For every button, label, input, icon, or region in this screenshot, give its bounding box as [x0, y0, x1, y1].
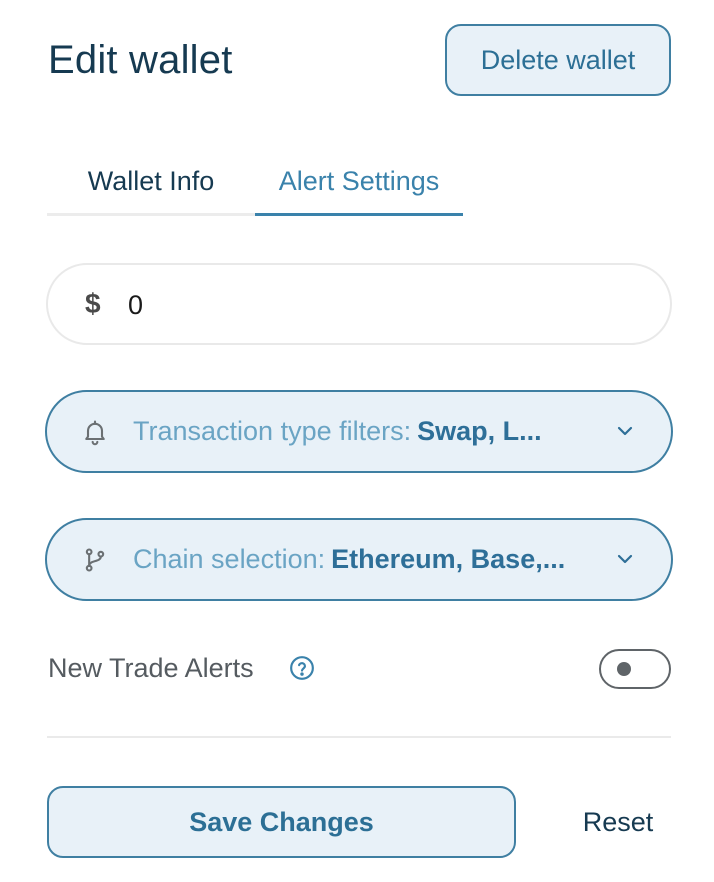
chain-selection-select[interactable]: Chain selection: Ethereum, Base,...	[45, 518, 673, 601]
new-trade-alerts-label: New Trade Alerts	[48, 653, 254, 683]
chain-selection-value: Ethereum, Base,...	[331, 544, 566, 574]
divider	[47, 736, 671, 738]
amount-input[interactable]	[126, 275, 630, 335]
chain-selection-text: Chain selection: Ethereum, Base,...	[133, 520, 593, 599]
tab-wallet-info[interactable]: Wallet Info	[47, 150, 255, 216]
tab-bar: Wallet Info Alert Settings	[47, 150, 463, 216]
amount-field[interactable]: $	[46, 263, 672, 345]
dollar-icon: $	[85, 288, 101, 319]
transaction-filter-label: Transaction type filters:	[133, 416, 412, 446]
transaction-type-filter-select[interactable]: Transaction type filters: Swap, L...	[45, 390, 673, 473]
save-changes-button[interactable]: Save Changes	[47, 786, 516, 858]
reset-button[interactable]: Reset	[560, 786, 676, 858]
page-title: Edit wallet	[48, 38, 233, 82]
new-trade-alerts-toggle[interactable]	[599, 649, 671, 689]
branch-icon	[85, 548, 105, 572]
delete-wallet-button[interactable]: Delete wallet	[445, 24, 671, 96]
help-icon[interactable]	[289, 655, 315, 681]
transaction-filter-text: Transaction type filters: Swap, L...	[133, 392, 593, 471]
chevron-down-icon	[617, 554, 633, 564]
tab-alert-settings[interactable]: Alert Settings	[255, 150, 463, 216]
chain-selection-label: Chain selection:	[133, 544, 326, 574]
transaction-filter-value: Swap, L...	[417, 416, 542, 446]
toggle-knob	[617, 662, 631, 676]
bell-icon	[85, 420, 105, 446]
chevron-down-icon	[617, 426, 633, 436]
